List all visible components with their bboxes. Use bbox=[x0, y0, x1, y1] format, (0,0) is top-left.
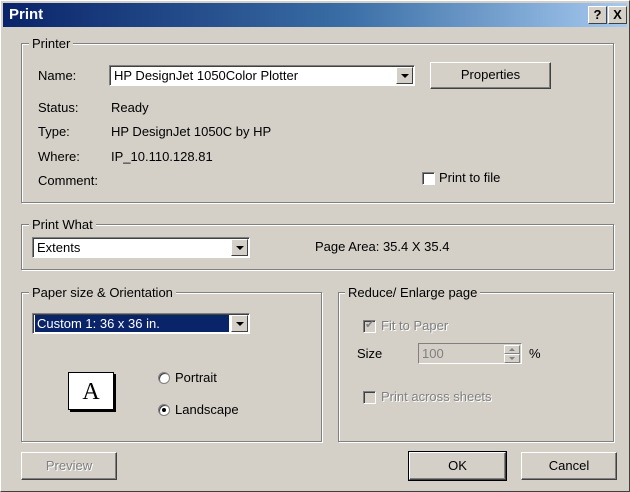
where-label: Where: bbox=[38, 149, 80, 164]
print-to-file-label[interactable]: Print to file bbox=[439, 170, 500, 185]
close-button[interactable]: X bbox=[608, 6, 627, 24]
chevron-down-icon[interactable] bbox=[396, 67, 413, 84]
name-label: Name: bbox=[38, 68, 77, 83]
printer-group-label: Printer bbox=[29, 36, 74, 51]
chevron-down-icon[interactable] bbox=[231, 315, 248, 332]
print-dialog: Print ? X Printer Name: HP DesignJet 105… bbox=[0, 0, 630, 492]
fit-to-paper-checkbox[interactable]: ✔ bbox=[363, 319, 376, 333]
status-value: Ready bbox=[111, 100, 149, 115]
checkmark-icon: ✔ bbox=[365, 319, 375, 331]
reduce-enlarge-group bbox=[338, 292, 614, 442]
spin-down-icon[interactable] bbox=[504, 354, 520, 363]
print-across-sheets-label[interactable]: Print across sheets bbox=[381, 389, 492, 404]
printer-name-select[interactable]: HP DesignJet 1050Color Plotter bbox=[109, 65, 415, 86]
fit-to-paper-label[interactable]: Fit to Paper bbox=[381, 318, 448, 333]
printer-name-value: HP DesignJet 1050Color Plotter bbox=[114, 68, 299, 83]
dialog-title: Print bbox=[9, 6, 44, 23]
landscape-label[interactable]: Landscape bbox=[175, 402, 239, 417]
size-spinner[interactable]: 100 bbox=[418, 343, 522, 364]
landscape-radio[interactable] bbox=[158, 404, 170, 416]
chevron-down-icon[interactable] bbox=[231, 239, 248, 256]
paper-group-label: Paper size & Orientation bbox=[29, 285, 176, 300]
title-bar[interactable]: Print ? X bbox=[3, 3, 627, 27]
type-label: Type: bbox=[38, 124, 70, 139]
print-what-group-label: Print What bbox=[29, 217, 96, 232]
properties-button[interactable]: Properties bbox=[430, 62, 551, 89]
print-what-value: Extents bbox=[37, 240, 81, 255]
reduce-enlarge-group-label: Reduce/ Enlarge page bbox=[345, 285, 481, 300]
print-to-file-checkbox[interactable] bbox=[422, 172, 435, 185]
size-label: Size bbox=[357, 346, 383, 361]
print-what-select[interactable]: Extents bbox=[32, 237, 250, 258]
where-value: IP_10.110.128.81 bbox=[111, 149, 213, 164]
preview-button[interactable]: Preview bbox=[21, 452, 117, 480]
percent-label: % bbox=[529, 346, 541, 361]
portrait-label[interactable]: Portrait bbox=[175, 370, 217, 385]
page-area-text: Page Area: 35.4 X 35.4 bbox=[315, 239, 450, 254]
paper-size-select[interactable]: Custom 1: 36 x 36 in. bbox=[32, 313, 250, 334]
cancel-button[interactable]: Cancel bbox=[521, 452, 617, 480]
spin-up-icon[interactable] bbox=[504, 345, 520, 354]
print-across-sheets-checkbox[interactable] bbox=[363, 391, 376, 404]
comment-label: Comment: bbox=[38, 173, 98, 188]
page-orientation-preview: A bbox=[68, 372, 114, 410]
ok-button[interactable]: OK bbox=[408, 451, 507, 481]
paper-size-value: Custom 1: 36 x 36 in. bbox=[35, 315, 229, 332]
portrait-radio[interactable] bbox=[158, 372, 170, 384]
type-value: HP DesignJet 1050C by HP bbox=[111, 124, 272, 139]
size-value: 100 bbox=[422, 346, 444, 361]
radio-selected-dot bbox=[162, 408, 166, 412]
preview-letter: A bbox=[82, 379, 100, 405]
help-button[interactable]: ? bbox=[588, 6, 607, 24]
status-label: Status: bbox=[38, 100, 79, 115]
